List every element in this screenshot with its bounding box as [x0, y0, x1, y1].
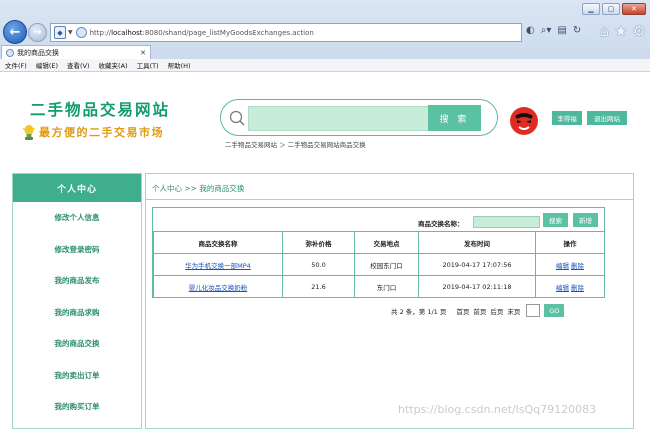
window-controls: ▁ ▢ ✕ — [582, 3, 646, 15]
exchange-name-filter-input[interactable] — [473, 216, 540, 228]
delete-link[interactable]: 删除 — [571, 262, 584, 270]
compat-view-icon[interactable]: ◐ — [526, 25, 535, 36]
arrow-right-icon: → — [33, 27, 42, 38]
compat-shield-icon[interactable]: ◆ — [54, 26, 66, 39]
favorites-star-icon[interactable]: ★ — [614, 22, 627, 40]
arrow-left-icon: ← — [9, 24, 21, 40]
home-icon[interactable]: ⌂ — [600, 22, 610, 40]
col-header-place: 交易地点 — [354, 231, 419, 254]
forward-button[interactable]: → — [28, 23, 47, 42]
site-search-button[interactable]: 搜 索 — [428, 105, 481, 131]
cell-actions: 编辑 删除 — [535, 275, 605, 298]
slogan-text: 最方便的二手交易市场 — [39, 126, 164, 139]
sidebar-item-sold-orders[interactable]: 我的卖出订单 — [13, 360, 141, 392]
add-exchange-button[interactable]: 新增 — [573, 213, 598, 227]
sidebar: 个人中心 修改个人信息 修改登录密码 我的商品发布 我的商品求购 我的商品交换 … — [12, 173, 142, 429]
close-window-icon[interactable]: ✕ — [622, 3, 646, 15]
table-row: 婴儿化妆品交换奶粉 21.6 东门口 2019-04-17 02:11:18 编… — [153, 275, 605, 298]
menu-file[interactable]: 文件(F) — [5, 60, 27, 70]
main-breadcrumb: 个人中心 >> 我的商品交换 — [152, 184, 245, 193]
col-header-actions: 操作 — [535, 231, 605, 254]
tools-page-icon[interactable]: ▤ — [557, 25, 566, 36]
user-avatar-icon[interactable] — [509, 106, 539, 136]
go-button[interactable]: GO — [544, 304, 565, 317]
prev-page-link[interactable]: 前页 — [473, 306, 486, 316]
cell-actions: 编辑 删除 — [535, 253, 605, 276]
exchange-list-panel: 商品交换名称： 搜索 新增 商品交换名称 弥补价格 交易地点 发布时间 操作 华… — [152, 207, 605, 298]
minimize-icon[interactable]: ▁ — [582, 3, 600, 15]
main-content: 个人中心 >> 我的商品交换 商品交换名称： 搜索 新增 商品交换名称 弥补价格… — [145, 173, 634, 429]
exchange-table: 商品交换名称 弥补价格 交易地点 发布时间 操作 华为手机交换一部MP4 50.… — [153, 231, 605, 298]
refresh-icon[interactable]: ↻ — [573, 25, 581, 36]
browser-chrome: ▁ ▢ ✕ ← → ◆ ▼ http://localhost:8080/shan… — [0, 0, 650, 72]
search-icon — [229, 110, 245, 126]
sidebar-item-my-wanted[interactable]: 我的商品求购 — [13, 297, 141, 329]
site-slogan: 最方便的二手交易市场 — [22, 124, 164, 140]
edit-link[interactable]: 编辑 — [556, 284, 569, 292]
sidebar-title: 个人中心 — [13, 174, 141, 202]
header-breadcrumb: 二手物品交易网站 ＞ 二手物品交易网站商品交换 — [225, 141, 366, 149]
menu-help[interactable]: 帮助(H) — [168, 60, 191, 70]
cell-price: 21.6 — [282, 275, 355, 298]
table-header-row: 商品交换名称 弥补价格 交易地点 发布时间 操作 — [153, 231, 605, 254]
exchange-name-link[interactable]: 婴儿化妆品交换奶粉 — [189, 284, 248, 292]
exchange-name-link[interactable]: 华为手机交换一部MP4 — [185, 262, 251, 270]
tab-favicon-icon — [6, 48, 14, 57]
menu-edit[interactable]: 编辑(E) — [36, 60, 58, 70]
menu-view[interactable]: 查看(V) — [67, 60, 90, 70]
back-button[interactable]: ← — [3, 20, 27, 44]
cell-name: 华为手机交换一部MP4 — [153, 253, 283, 276]
browser-tab[interactable]: 我的商品交换 ✕ — [1, 45, 151, 59]
address-bar[interactable]: ◆ ▼ http://localhost:8080/shand/page_lis… — [50, 23, 522, 42]
sidebar-item-change-password[interactable]: 修改登录密码 — [13, 234, 141, 266]
lightbulb-hand-icon — [22, 124, 36, 140]
cell-name: 婴儿化妆品交换奶粉 — [153, 275, 283, 298]
logout-button[interactable]: 退出网站 — [587, 111, 627, 125]
tab-close-icon[interactable]: ✕ — [140, 49, 146, 57]
site-title: 二手物品交易网站 — [30, 101, 171, 119]
page-number-input[interactable] — [526, 304, 541, 317]
cell-time: 2019-04-17 17:07:56 — [418, 253, 536, 276]
chevron-down-icon[interactable]: ▼ — [68, 29, 73, 36]
divider — [146, 199, 633, 200]
cell-place: 校园东门口 — [354, 253, 419, 276]
next-page-link[interactable]: 后页 — [490, 306, 503, 316]
page: ▁ ▢ ✕ ← → ◆ ▼ http://localhost:8080/shan… — [0, 0, 650, 429]
search-dropdown-icon[interactable]: ⌕▾ — [541, 25, 552, 36]
sidebar-item-my-listings[interactable]: 我的商品发布 — [13, 265, 141, 297]
table-row: 华为手机交换一部MP4 50.0 校园东门口 2019-04-17 17:07:… — [153, 253, 605, 276]
tab-title: 我的商品交换 — [17, 48, 59, 57]
sidebar-item-edit-profile[interactable]: 修改个人信息 — [13, 202, 141, 234]
menu-tools[interactable]: 工具(T) — [137, 60, 159, 70]
url-text: http://localhost:8080/shand/page_listMyG… — [89, 28, 314, 37]
browser-toolbar-icons: ⌂ ★ ⚙ — [600, 22, 646, 40]
user-name-button[interactable]: 李得福 — [552, 111, 582, 125]
delete-link[interactable]: 删除 — [571, 284, 584, 292]
menu-favorites[interactable]: 收藏夹(A) — [99, 60, 128, 70]
col-header-time: 发布时间 — [418, 231, 536, 254]
menu-bar: 文件(F) 编辑(E) 查看(V) 收藏夹(A) 工具(T) 帮助(H) — [0, 59, 650, 72]
page-icon — [75, 27, 87, 38]
settings-gear-icon[interactable]: ⚙ — [633, 22, 646, 40]
cell-time: 2019-04-17 02:11:18 — [418, 275, 536, 298]
first-page-link[interactable]: 首页 — [456, 306, 469, 316]
cell-price: 50.0 — [282, 253, 355, 276]
site-search-input[interactable] — [248, 106, 441, 131]
pagination: 共 2 条，第 1/1 页 首页 前页 后页 末页 GO — [391, 304, 565, 317]
watermark: https://blog.csdn.net/lsQq79120083 — [398, 403, 597, 416]
filter-search-button[interactable]: 搜索 — [543, 213, 568, 227]
filter-label: 商品交换名称： — [418, 220, 464, 228]
sidebar-item-bought-orders[interactable]: 我的购买订单 — [13, 391, 141, 423]
edit-link[interactable]: 编辑 — [556, 262, 569, 270]
pagination-summary: 共 2 条，第 1/1 页 — [391, 307, 447, 316]
cell-place: 东门口 — [354, 275, 419, 298]
maximize-icon[interactable]: ▢ — [602, 3, 620, 15]
last-page-link[interactable]: 末页 — [507, 306, 520, 316]
col-header-price: 弥补价格 — [282, 231, 355, 254]
col-header-name: 商品交换名称 — [153, 231, 283, 254]
address-tools: ◐ ⌕▾ ▤ ↻ — [526, 25, 581, 36]
sidebar-item-my-exchanges[interactable]: 我的商品交换 — [13, 328, 141, 360]
